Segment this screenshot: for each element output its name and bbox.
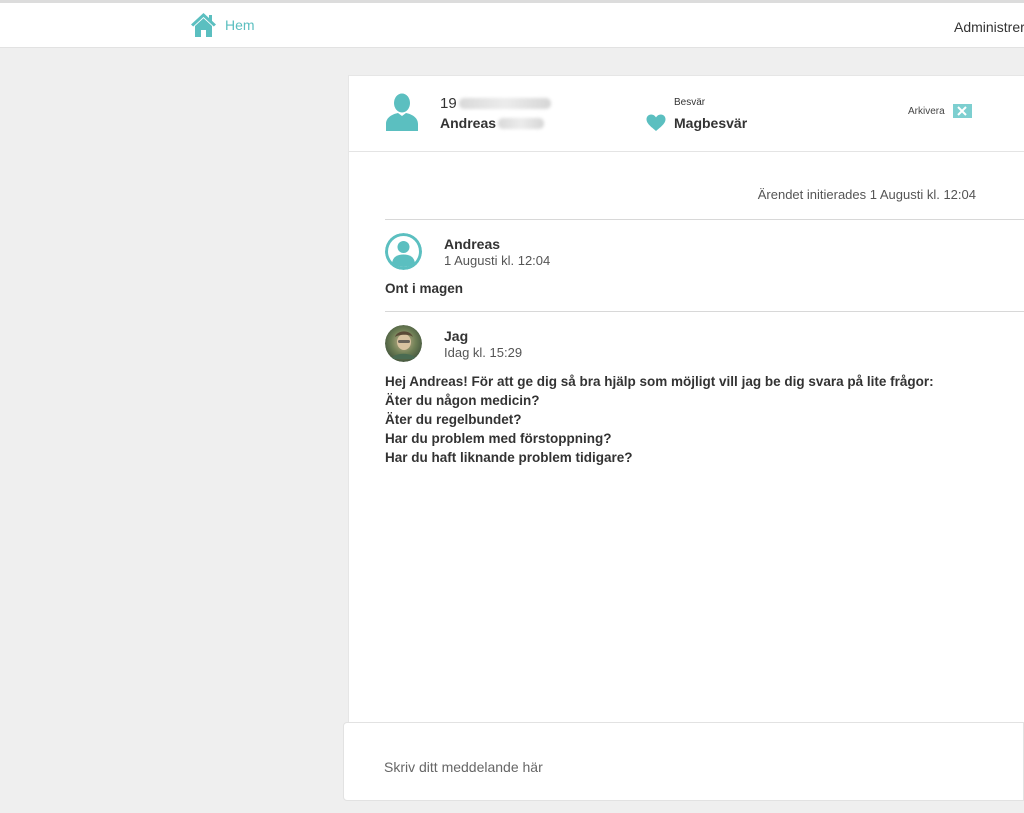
redacted-last-name bbox=[498, 117, 545, 129]
patient-first-name: Andreas bbox=[440, 115, 497, 131]
user-avatar-icon bbox=[385, 233, 422, 270]
home-icon bbox=[190, 12, 217, 38]
message-body: Hej Andreas! För att ge dig så bra hjälp… bbox=[385, 372, 934, 467]
patient-id-prefix: 19 bbox=[440, 95, 457, 112]
heart-icon bbox=[646, 114, 666, 132]
avatar bbox=[385, 325, 422, 362]
divider bbox=[385, 311, 1024, 312]
archive-button[interactable]: Arkivera bbox=[908, 104, 972, 118]
message-input[interactable] bbox=[384, 756, 984, 778]
complaint-label: Besvär bbox=[674, 97, 706, 108]
case-initiated-text: Ärendet initierades 1 Augusti kl. 12:04 bbox=[757, 187, 976, 202]
close-icon[interactable] bbox=[952, 104, 972, 118]
admin-link[interactable]: Administrera bbox=[954, 19, 1024, 35]
message-time: Idag kl. 15:29 bbox=[444, 345, 523, 360]
message-line: Ont i magen bbox=[385, 281, 464, 296]
message-line: Har du haft liknande problem tidigare? bbox=[385, 450, 633, 465]
home-link[interactable]: Hem bbox=[190, 12, 255, 38]
complaint-value: Magbesvär bbox=[674, 115, 748, 131]
message-line: Äter du regelbundet? bbox=[385, 412, 522, 427]
patient-personal-number: 19 bbox=[440, 95, 551, 112]
message-body: Ont i magen bbox=[385, 279, 463, 298]
home-link-label: Hem bbox=[225, 17, 255, 33]
case-panel: 19 Andreas Besvär Magbesvär Arkivera Äre… bbox=[348, 75, 1024, 725]
archive-label: Arkivera bbox=[908, 105, 945, 117]
top-navigation-bar: Hem Administrera bbox=[0, 0, 1024, 48]
message-time: 1 Augusti kl. 12:04 bbox=[444, 253, 551, 268]
message-composer bbox=[343, 722, 1024, 801]
user-icon bbox=[385, 93, 419, 131]
divider bbox=[385, 219, 1024, 220]
message-author: Jag bbox=[444, 328, 469, 344]
redacted-id-digits bbox=[458, 98, 551, 109]
message-line: Har du problem med förstoppning? bbox=[385, 431, 612, 446]
message-line: Äter du någon medicin? bbox=[385, 393, 540, 408]
message-line: Hej Andreas! För att ge dig så bra hjälp… bbox=[385, 374, 934, 389]
message-author: Andreas bbox=[444, 236, 501, 252]
patient-name: Andreas bbox=[440, 115, 545, 131]
case-header: 19 Andreas Besvär Magbesvär Arkivera bbox=[349, 76, 1024, 152]
